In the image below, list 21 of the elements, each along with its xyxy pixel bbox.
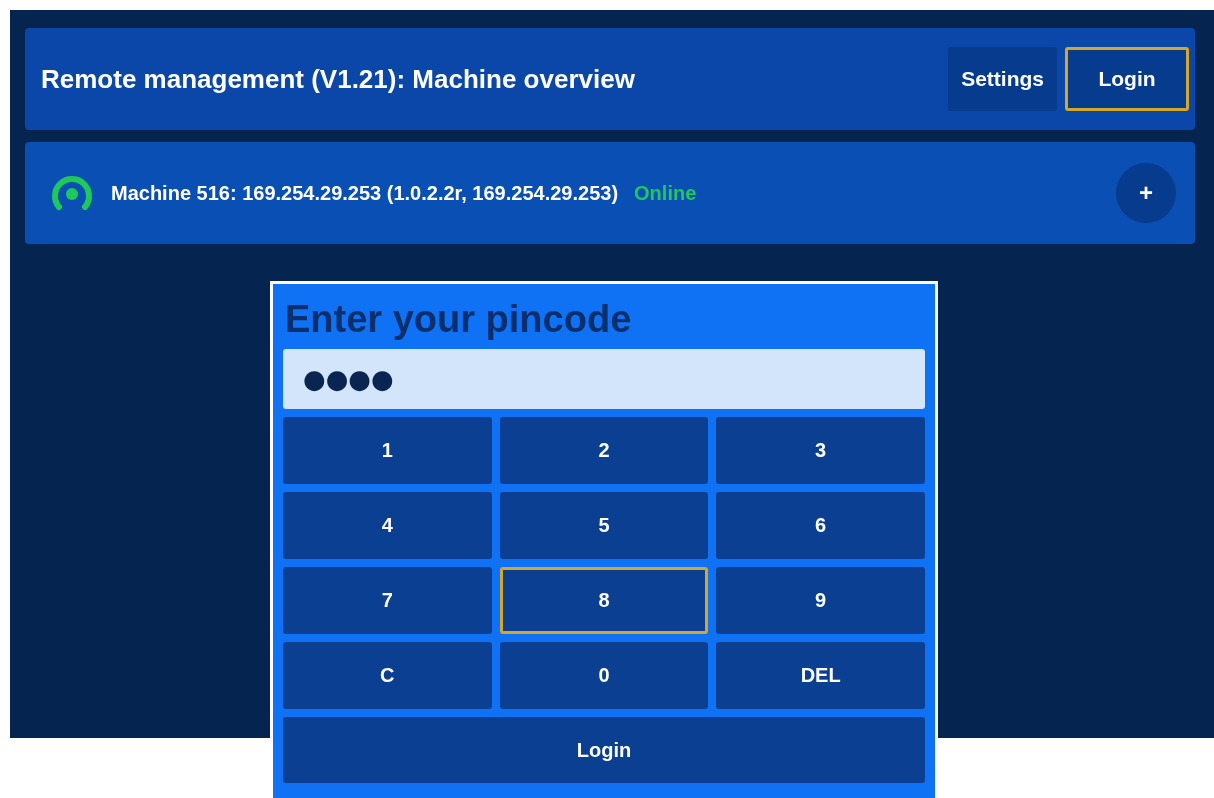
status-text: Online — [634, 181, 698, 205]
keypad-key[interactable]: 8 — [499, 567, 709, 634]
keypad-key[interactable]: 6 — [716, 492, 925, 559]
login-button[interactable]: Login — [283, 717, 925, 783]
keypad-key[interactable]: 1 — [283, 417, 492, 484]
keypad-key[interactable]: 2 — [499, 417, 709, 484]
expand-button[interactable]: + — [1116, 163, 1176, 223]
keypad-key[interactable]: 0 — [499, 642, 709, 709]
keypad-key[interactable]: 7 — [283, 567, 492, 634]
pincode-field[interactable]: ●●●● — [283, 349, 925, 409]
machine-label: Machine 516: 169.254.29.253 (1.0.2.2r, 169.254.29.253) — [111, 181, 619, 205]
keypad-key[interactable]: 5 — [499, 492, 709, 559]
keypad-key[interactable]: C — [283, 642, 492, 709]
keypad-key[interactable]: 9 — [716, 567, 925, 634]
keypad-key[interactable]: DEL — [716, 642, 925, 709]
header-button[interactable]: Login — [1065, 47, 1189, 111]
header-button[interactable]: Settings — [948, 47, 1057, 111]
dialog-title: Enter your pincode — [285, 298, 633, 341]
page-title: Remote management (V1.21): Machine overview — [41, 63, 636, 95]
keypad-key[interactable]: 3 — [716, 417, 925, 484]
keypad-key[interactable]: 4 — [283, 492, 492, 559]
